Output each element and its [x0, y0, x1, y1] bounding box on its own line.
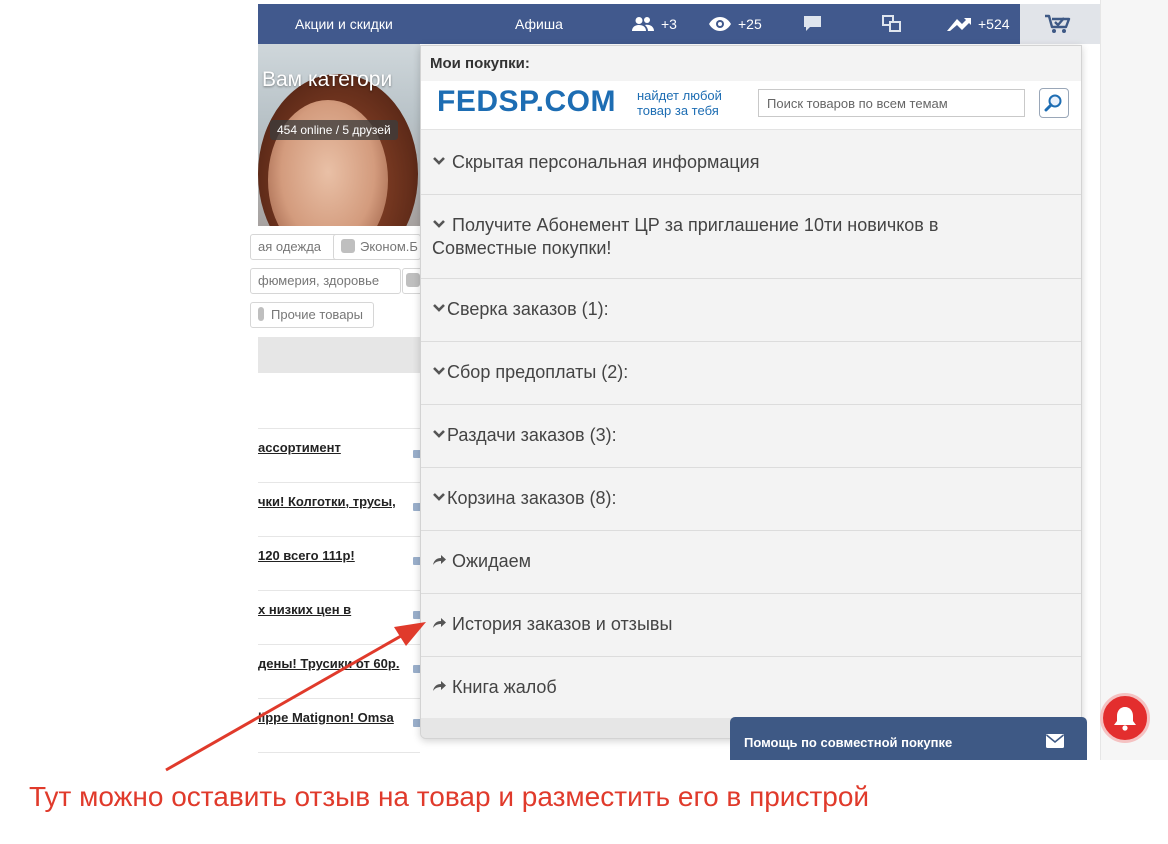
- annotation-arrow: [165, 622, 426, 772]
- annotation-caption: Тут можно оставить отзыв на товар и разм…: [29, 781, 870, 812]
